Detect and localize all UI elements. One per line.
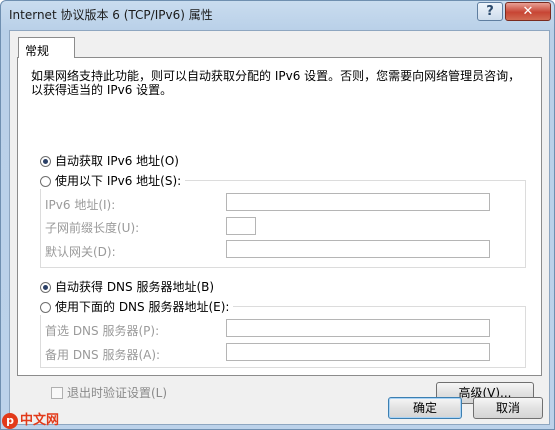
radio-dot-icon[interactable]	[40, 302, 51, 313]
radio-auto-dns-label: 自动获得 DNS 服务器地址(B)	[55, 280, 215, 294]
radio-manual-ipv6[interactable]: 使用以下 IPv6 地址(S):	[40, 172, 186, 189]
ipv6-address-input[interactable]	[226, 193, 490, 211]
ok-button[interactable]: 确定	[388, 397, 462, 419]
default-gateway-label: 默认网关(D):	[45, 245, 116, 259]
window-title: Internet 协议版本 6 (TCP/IPv6) 属性	[9, 8, 213, 22]
preferred-dns-label: 首选 DNS 服务器(P):	[45, 324, 160, 338]
radio-dot-icon[interactable]	[40, 156, 51, 167]
close-button[interactable]: ✕	[505, 2, 551, 21]
cancel-button[interactable]: 取消	[473, 397, 543, 419]
radio-dot-icon[interactable]	[40, 176, 51, 187]
validate-settings-label: 退出时验证设置(L)	[67, 386, 168, 400]
title-bar[interactable]: Internet 协议版本 6 (TCP/IPv6) 属性 ? ✕	[1, 1, 555, 31]
watermark-text: 中文网	[20, 413, 60, 428]
subnet-prefix-label: 子网前缀长度(U):	[45, 221, 140, 235]
description-text: 如果网络支持此功能，则可以自动获取分配的 IPv6 设置。否则，您需要向网络管理…	[31, 69, 521, 97]
ipv6-address-label: IPv6 地址(I):	[45, 198, 116, 212]
dialog-client: 常规 如果网络支持此功能，则可以自动获取分配的 IPv6 设置。否则，您需要向网…	[9, 30, 550, 425]
radio-manual-dns[interactable]: 使用下面的 DNS 服务器地址(E):	[40, 298, 234, 315]
radio-manual-ipv6-label: 使用以下 IPv6 地址(S):	[55, 174, 182, 188]
preferred-dns-input[interactable]	[226, 319, 490, 337]
default-gateway-input[interactable]	[226, 240, 490, 258]
dialog-window: Internet 协议版本 6 (TCP/IPv6) 属性 ? ✕ 常规 如果网…	[0, 0, 555, 430]
tab-general[interactable]: 常规	[18, 37, 75, 58]
radio-manual-dns-label: 使用下面的 DNS 服务器地址(E):	[55, 300, 230, 314]
site-watermark: p 中文网	[2, 409, 59, 429]
validate-settings-checkbox[interactable]: 退出时验证设置(L)	[51, 384, 167, 401]
alternate-dns-label: 备用 DNS 服务器(A):	[45, 348, 161, 362]
tab-page-general: 如果网络支持此功能，则可以自动获取分配的 IPv6 设置。否则，您需要向网络管理…	[17, 57, 542, 404]
help-button[interactable]: ?	[477, 2, 503, 21]
checkbox-box-icon[interactable]	[51, 387, 63, 399]
radio-auto-dns[interactable]: 自动获得 DNS 服务器地址(B)	[40, 278, 214, 295]
subnet-prefix-input[interactable]	[226, 217, 256, 235]
radio-dot-icon[interactable]	[40, 282, 51, 293]
radio-auto-ipv6-label: 自动获取 IPv6 地址(O)	[55, 154, 179, 168]
radio-auto-ipv6[interactable]: 自动获取 IPv6 地址(O)	[40, 152, 179, 169]
php-logo-icon: p	[2, 413, 18, 429]
alternate-dns-input[interactable]	[226, 343, 490, 361]
